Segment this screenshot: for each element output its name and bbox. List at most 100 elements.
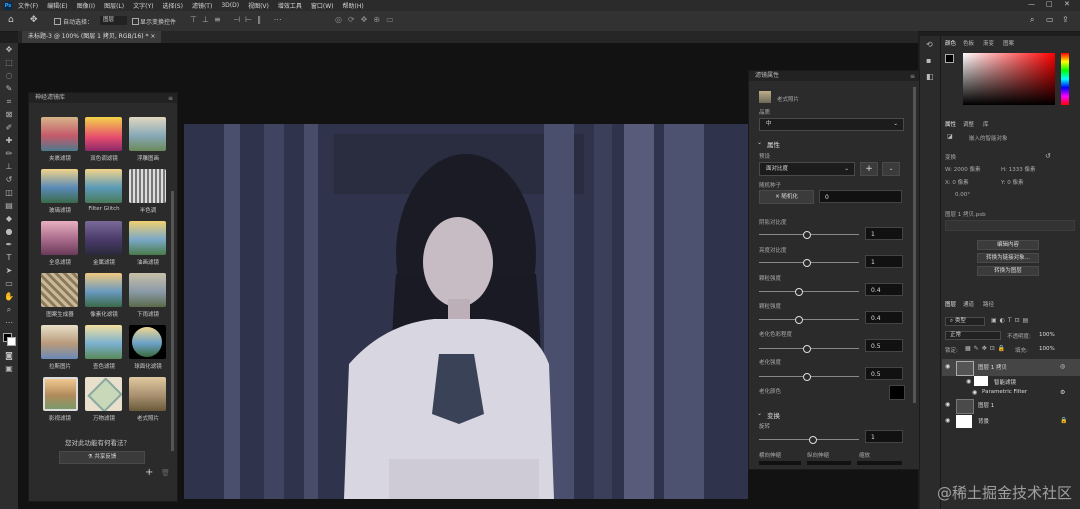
filter-thumb-12[interactable]	[129, 273, 166, 307]
hand-icon[interactable]: ✋	[4, 292, 14, 301]
comment-icon[interactable]: ▪	[926, 56, 931, 65]
ps-logo-icon[interactable]: Ps	[4, 1, 12, 10]
dodge-icon[interactable]: ●	[4, 227, 14, 236]
visibility-eye-icon[interactable]: ◉	[966, 378, 971, 385]
menu-layer[interactable]: 图层(L)	[104, 1, 124, 10]
align-icons[interactable]: ⊤⊥≡ ⊣⊢‖ ⋯	[190, 15, 287, 24]
bottom-slider-3[interactable]	[857, 461, 902, 465]
visibility-eye-icon[interactable]: ◉	[972, 389, 977, 396]
document-photo[interactable]	[184, 124, 748, 499]
type-icon[interactable]: T	[4, 253, 14, 262]
panel-menu-icon[interactable]: ≡	[168, 95, 173, 102]
filter-thumb-18[interactable]	[129, 377, 166, 411]
rotate-value[interactable]: 1	[865, 430, 903, 443]
fill-value[interactable]: 100%	[1039, 346, 1055, 352]
close-icon[interactable]: ✕	[1064, 0, 1070, 8]
slider-value-5[interactable]: 0.5	[865, 339, 903, 352]
frame-icon[interactable]: ⊠	[4, 110, 14, 119]
color-picker-field[interactable]	[963, 53, 1055, 105]
layer-row-selected[interactable]: ◉ 图层 1 拷贝 ◎	[942, 359, 1080, 376]
rotate-slider-knob[interactable]	[809, 436, 817, 444]
filter-thumb-16[interactable]	[43, 377, 78, 411]
visibility-eye-icon[interactable]: ◉	[945, 401, 950, 408]
menu-select[interactable]: 选择(S)	[162, 1, 183, 10]
blur-icon[interactable]: ◆	[4, 214, 14, 223]
document-tab[interactable]: 未标题-3 @ 100% (图层 1 拷贝, RGB/16) * ×	[22, 31, 162, 43]
search-icon[interactable]: ⌕	[1030, 15, 1034, 25]
aging-color-swatch[interactable]	[889, 385, 905, 400]
history-icon[interactable]: ⟲	[926, 40, 933, 49]
slider-value-1[interactable]: 1	[865, 227, 903, 240]
slider-track-4[interactable]	[759, 319, 859, 320]
x-field[interactable]: X: 0 像素	[945, 178, 969, 186]
slider-knob-2[interactable]	[803, 259, 811, 267]
tab-gradients[interactable]: 渐变	[983, 39, 994, 47]
healing-icon[interactable]: ✚	[4, 136, 14, 145]
show-transform-checkbox[interactable]	[132, 18, 139, 25]
slider-knob-1[interactable]	[803, 231, 811, 239]
layer-file-input[interactable]	[945, 220, 1075, 231]
filter-thumb-14[interactable]	[85, 325, 122, 359]
slider-value-6[interactable]: 0.5	[865, 367, 903, 380]
slider-value-3[interactable]: 0.4	[865, 283, 903, 296]
eraser-icon[interactable]: ◫	[4, 188, 14, 197]
background-color-swatch[interactable]	[7, 337, 16, 346]
filter-thumb-11[interactable]	[85, 273, 122, 307]
share-icon[interactable]: ⇪	[1062, 15, 1069, 24]
filter-thumb-13[interactable]	[41, 325, 78, 359]
tab-color[interactable]: 颜色	[945, 39, 956, 47]
collapse-properties-icon[interactable]: ⌄	[757, 139, 762, 146]
slider-value-2[interactable]: 1	[865, 255, 903, 268]
layer-kind-filter[interactable]: ⌕ 类型	[945, 317, 985, 326]
y-field[interactable]: Y: 0 像素	[1001, 178, 1023, 186]
layer-filter-icons[interactable]: ▣◐T⊡▤	[991, 317, 1031, 324]
tab-swatches[interactable]: 色板	[963, 39, 974, 47]
tab-layers[interactable]: 图层	[945, 300, 956, 308]
maximize-icon[interactable]: □	[1046, 0, 1053, 8]
slider-value-4[interactable]: 0.4	[865, 311, 903, 324]
swatch-icon[interactable]: ◧	[926, 72, 934, 81]
rectangle-icon[interactable]: ▭	[4, 279, 14, 288]
3d-mode-icons[interactable]: ◎⟳✥⊕▭	[335, 15, 400, 24]
history-brush-icon[interactable]: ↺	[4, 175, 14, 184]
convert-linked-button[interactable]: 转换为链接对象...	[977, 253, 1039, 263]
color-panel-foreground[interactable]	[945, 54, 954, 63]
layer-row-smart-filter[interactable]: ◉ 智能滤镜	[942, 376, 1080, 388]
auto-select-checkbox[interactable]	[54, 18, 61, 25]
hue-slider[interactable]	[1061, 53, 1069, 105]
random-seed-input[interactable]: 0	[819, 190, 902, 203]
menu-filter[interactable]: 滤镜(T)	[192, 1, 212, 10]
tab-libraries[interactable]: 库	[983, 120, 989, 128]
add-filter-button[interactable]: +	[145, 467, 153, 478]
stamp-icon[interactable]: ⊥	[4, 162, 14, 171]
preset-dropdown[interactable]: 面对比度 ⌄	[759, 162, 855, 176]
convert-layers-button[interactable]: 转换为图层	[977, 266, 1039, 276]
edit-contents-button[interactable]: 编辑内容	[977, 240, 1039, 250]
randomize-button[interactable]: ✕ 随机化	[759, 190, 814, 204]
layer-select-dropdown[interactable]: 图层	[100, 16, 127, 25]
lock-icons[interactable]: ▦✎✥⊡🔒	[965, 345, 1008, 352]
filter-thumb-15[interactable]	[129, 325, 166, 359]
move-icon[interactable]: ✥	[4, 45, 14, 54]
menu-3d[interactable]: 3D(D)	[221, 2, 239, 9]
height-field[interactable]: H: 1333 像素	[1001, 165, 1035, 173]
filter-thumb-3[interactable]	[129, 117, 166, 151]
slider-track-3[interactable]	[759, 291, 859, 292]
eyedropper-icon[interactable]: ✐	[4, 123, 14, 132]
filter-thumb-10[interactable]	[41, 273, 78, 307]
filter-thumb-8[interactable]	[85, 221, 122, 255]
menu-plugins[interactable]: 增效工具	[278, 1, 302, 10]
visibility-eye-icon[interactable]: ◉	[945, 417, 950, 424]
visibility-eye-icon[interactable]: ◉	[945, 363, 950, 370]
menu-help[interactable]: 帮助(H)	[343, 1, 364, 10]
filter-thumb-9[interactable]	[129, 221, 166, 255]
tab-adjustments[interactable]: 调整	[963, 120, 974, 128]
menu-image[interactable]: 图像(I)	[77, 1, 95, 10]
slider-knob-3[interactable]	[795, 288, 803, 296]
share-feedback-button[interactable]: ⚗ 共享反馈	[59, 451, 145, 464]
blend-mode-dropdown[interactable]: 正常	[945, 331, 1001, 340]
filter-options-icon[interactable]: ⚙	[1060, 389, 1065, 396]
quick-select-icon[interactable]: ✎	[4, 84, 14, 93]
tab-properties[interactable]: 属性	[945, 120, 956, 128]
filter-panel-scrollbar[interactable]	[913, 87, 916, 403]
